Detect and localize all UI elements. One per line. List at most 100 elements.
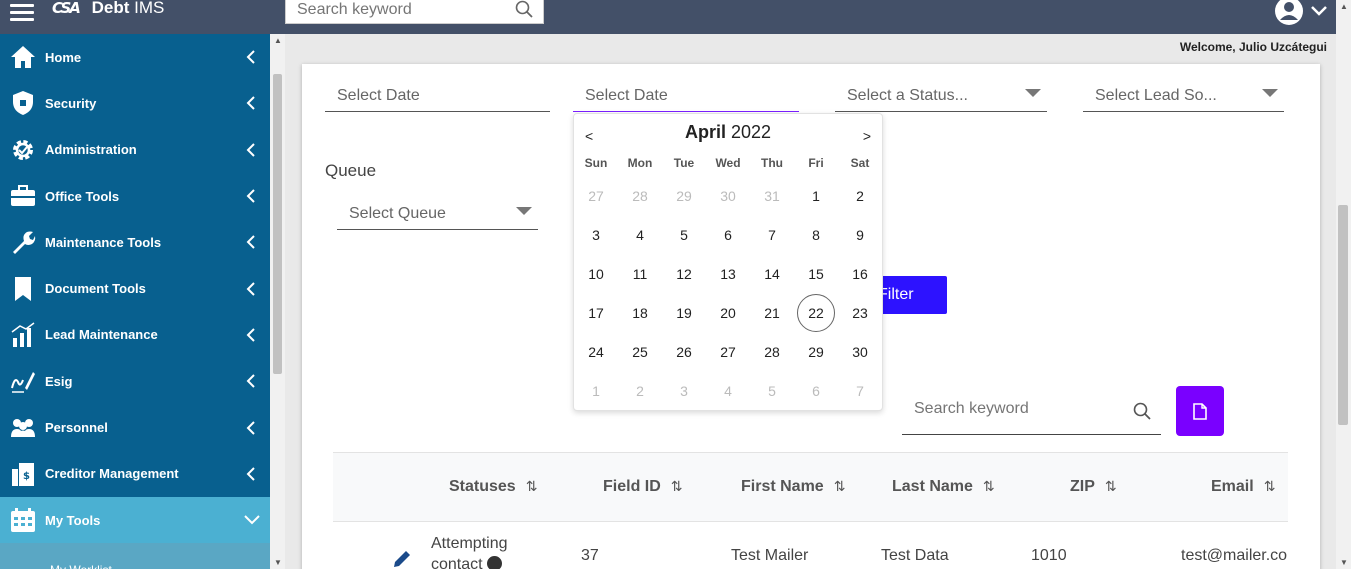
page-scrollbar[interactable]: ▲ ▼ bbox=[1336, 0, 1351, 569]
table-search-input[interactable] bbox=[902, 393, 1112, 425]
cell-email: test@mailer.co bbox=[1181, 547, 1287, 564]
calendar-day[interactable]: 6 bbox=[709, 216, 747, 254]
brand-debt: Debt bbox=[91, 0, 130, 17]
calendar-day[interactable]: 12 bbox=[665, 255, 703, 293]
calendar-day[interactable]: 24 bbox=[577, 333, 615, 371]
calendar-day[interactable]: 6 bbox=[797, 372, 835, 410]
search-icon[interactable] bbox=[1133, 402, 1151, 420]
calendar-day[interactable]: 4 bbox=[709, 372, 747, 410]
calendar-day[interactable]: 28 bbox=[621, 177, 659, 215]
sort-icon[interactable]: ⇅ bbox=[671, 478, 683, 494]
sidebar-item-administration[interactable]: Administration bbox=[0, 127, 270, 173]
date-to-field[interactable]: Select Date bbox=[573, 76, 799, 112]
calendar-day[interactable]: 25 bbox=[621, 333, 659, 371]
next-month-button[interactable]: > bbox=[863, 128, 871, 144]
calendar-day[interactable]: 4 bbox=[621, 216, 659, 254]
sidebar-item-label: My Tools bbox=[45, 512, 101, 528]
calendar-day[interactable]: 9 bbox=[841, 216, 879, 254]
sidebar-item-document-tools[interactable]: Document Tools bbox=[0, 265, 270, 311]
calendar-day[interactable]: 23 bbox=[841, 294, 879, 332]
sort-icon[interactable]: ⇅ bbox=[1264, 478, 1276, 494]
sort-icon[interactable]: ⇅ bbox=[526, 478, 538, 494]
column-header-field-id[interactable]: Field ID ⇅ bbox=[603, 478, 683, 496]
calendar-day[interactable]: 1 bbox=[797, 177, 835, 215]
column-header-email[interactable]: Email ⇅ bbox=[1211, 478, 1275, 496]
lead-source-select-value: Select Lead So... bbox=[1095, 87, 1217, 104]
calendar-day[interactable]: 1 bbox=[577, 372, 615, 410]
calendar-day[interactable]: 11 bbox=[621, 255, 659, 293]
calendar-day[interactable]: 5 bbox=[665, 216, 703, 254]
header-search-input[interactable] bbox=[286, 0, 506, 23]
calendar-day[interactable]: 15 bbox=[797, 255, 835, 293]
scroll-down-arrow-icon[interactable]: ▼ bbox=[1340, 558, 1348, 567]
scroll-up-arrow-icon[interactable]: ▲ bbox=[274, 36, 282, 45]
sort-icon[interactable]: ⇅ bbox=[1105, 478, 1117, 494]
column-header-statuses[interactable]: Statuses ⇅ bbox=[449, 478, 537, 496]
calendar-day[interactable]: 7 bbox=[841, 372, 879, 410]
calendar-day[interactable]: 18 bbox=[621, 294, 659, 332]
status-select[interactable]: Select a Status... bbox=[835, 78, 1047, 112]
user-menu[interactable] bbox=[1274, 0, 1328, 26]
calendar-day[interactable]: 21 bbox=[753, 294, 791, 332]
sidebar-item-office-tools[interactable]: Office Tools bbox=[0, 173, 270, 219]
calendar-day[interactable]: 14 bbox=[753, 255, 791, 293]
calendar-day[interactable]: 5 bbox=[753, 372, 791, 410]
filter-button[interactable]: Filter bbox=[876, 276, 947, 314]
export-button[interactable] bbox=[1176, 386, 1224, 436]
calendar-day[interactable]: 20 bbox=[709, 294, 747, 332]
sidebar-item-esig[interactable]: Esig bbox=[0, 358, 270, 404]
queue-select[interactable]: Select Queue bbox=[337, 196, 538, 230]
calendar-day[interactable]: 27 bbox=[577, 177, 615, 215]
sidebar-item-lead-maintenance[interactable]: Lead Maintenance bbox=[0, 312, 270, 358]
sidebar-item-security[interactable]: Security bbox=[0, 80, 270, 126]
calendar-day[interactable]: 27 bbox=[709, 333, 747, 371]
sidebar-item-home[interactable]: Home bbox=[0, 34, 270, 80]
column-header-zip[interactable]: ZIP ⇅ bbox=[1070, 478, 1117, 496]
calendar-day[interactable]: 31 bbox=[753, 177, 791, 215]
menu-icon[interactable] bbox=[10, 0, 34, 21]
search-icon[interactable] bbox=[515, 0, 533, 18]
calendar-day[interactable]: 19 bbox=[665, 294, 703, 332]
calendar-day[interactable]: 16 bbox=[841, 255, 879, 293]
calendar-day[interactable]: 30 bbox=[841, 333, 879, 371]
calendar-day[interactable]: 10 bbox=[577, 255, 615, 293]
lead-source-select[interactable]: Select Lead So... bbox=[1083, 78, 1284, 112]
weekday-header: Fri bbox=[808, 156, 824, 170]
sort-icon[interactable]: ⇅ bbox=[834, 478, 846, 494]
calendar-day[interactable]: 2 bbox=[621, 372, 659, 410]
sidebar-scrollbar-thumb[interactable] bbox=[273, 74, 282, 374]
calendar-day[interactable]: 30 bbox=[709, 177, 747, 215]
calendar-day[interactable]: 29 bbox=[665, 177, 703, 215]
calendar-day[interactable]: 7 bbox=[753, 216, 791, 254]
sidebar-scrollbar[interactable]: ▲ ▼ bbox=[270, 34, 285, 569]
column-header-first-name[interactable]: First Name ⇅ bbox=[741, 478, 845, 496]
sidebar-subitem-my-worklist[interactable]: My Worklist bbox=[0, 543, 270, 569]
cell-first-name: Test Mailer bbox=[731, 547, 809, 564]
edit-pencil-icon[interactable] bbox=[392, 548, 412, 569]
calendar-month: April bbox=[684, 122, 726, 142]
calendar-day[interactable]: 8 bbox=[797, 216, 835, 254]
dropdown-caret-icon bbox=[1262, 89, 1278, 97]
calendar-day[interactable]: 17 bbox=[577, 294, 615, 332]
calendar-day-today[interactable]: 22 bbox=[797, 294, 835, 332]
sidebar-item-maintenance-tools[interactable]: Maintenance Tools bbox=[0, 219, 270, 265]
sidebar-item-creditor-management[interactable]: $ Creditor Management bbox=[0, 451, 270, 497]
user-avatar-icon bbox=[1275, 0, 1303, 25]
scroll-up-arrow-icon[interactable]: ▲ bbox=[1340, 2, 1348, 11]
sidebar-item-personnel[interactable]: Personnel bbox=[0, 404, 270, 450]
calendar-day[interactable]: 26 bbox=[665, 333, 703, 371]
sort-icon[interactable]: ⇅ bbox=[983, 478, 995, 494]
calendar-day[interactable]: 3 bbox=[665, 372, 703, 410]
sidebar-item-my-tools[interactable]: My Tools bbox=[0, 496, 270, 544]
calendar-day[interactable]: 28 bbox=[753, 333, 791, 371]
calendar-day[interactable]: 3 bbox=[577, 216, 615, 254]
brand[interactable]: CSA Debt IMS bbox=[52, 0, 164, 18]
calendar-day[interactable]: 29 bbox=[797, 333, 835, 371]
date-from-field[interactable]: Select Date bbox=[325, 76, 550, 112]
column-header-last-name[interactable]: Last Name ⇅ bbox=[892, 478, 995, 496]
scroll-down-arrow-icon[interactable]: ▼ bbox=[274, 558, 282, 567]
page-scrollbar-thumb[interactable] bbox=[1338, 205, 1348, 425]
calendar-day[interactable]: 2 bbox=[841, 177, 879, 215]
calendar-day[interactable]: 13 bbox=[709, 255, 747, 293]
chevron-left-icon bbox=[246, 467, 255, 481]
